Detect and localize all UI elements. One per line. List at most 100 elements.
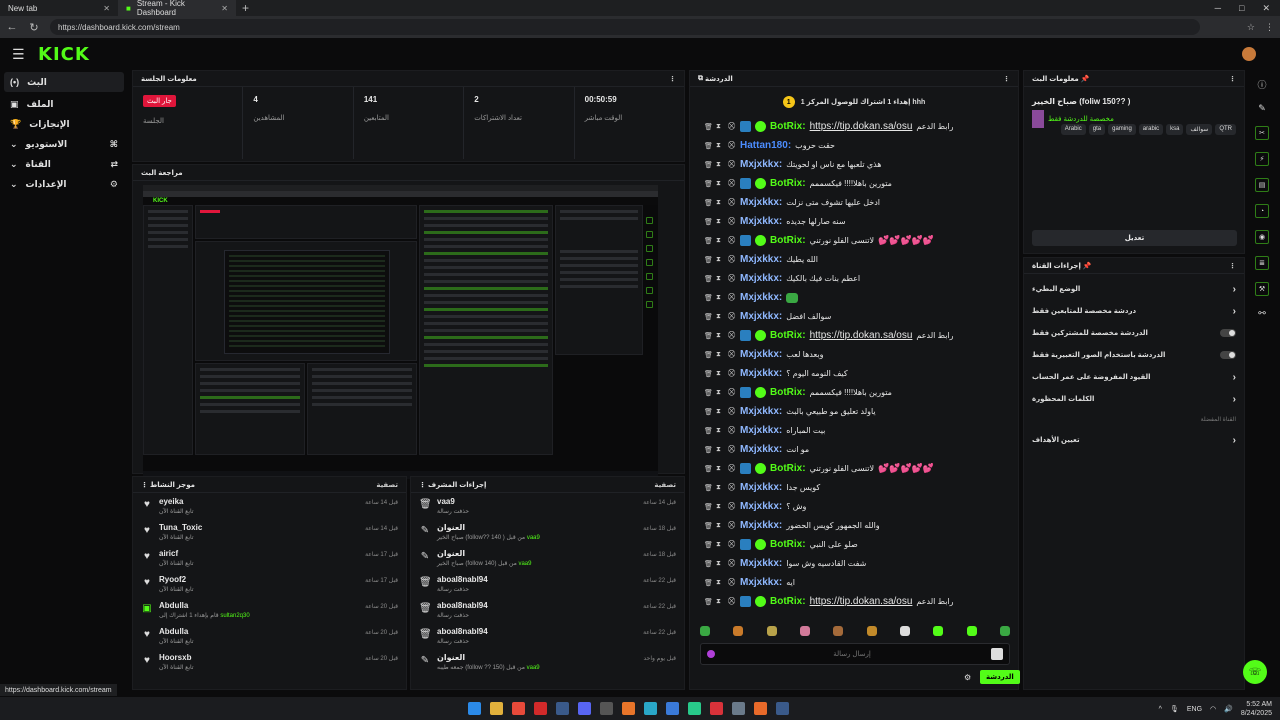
trash-icon[interactable]: 🗑 [704, 427, 713, 435]
timeout-icon[interactable]: ⧗ [716, 408, 724, 416]
account-age-row[interactable]: القيود المفروضة على عمر الحساب › [1024, 366, 1244, 388]
mod-action-row[interactable]: ✎ العنوان صباح الخير (follow 140) من قبل… [411, 545, 684, 571]
ban-icon[interactable]: ⛒ [728, 142, 736, 150]
close-icon[interactable]: ✕ [221, 4, 228, 13]
ban-icon[interactable]: ⛒ [728, 446, 736, 454]
emote-icon[interactable] [833, 626, 844, 636]
trash-icon[interactable]: 🗑 [704, 408, 713, 416]
chat-settings-icon[interactable]: ⚙ [964, 673, 971, 682]
activity-row[interactable]: ♥ Tuna_Toxic تابع القناة الآن قبل 14 ساع… [133, 519, 406, 545]
chat-username[interactable]: Mxjxkkx: [740, 501, 782, 512]
trash-icon[interactable]: 🗑 [704, 541, 713, 549]
steam-icon[interactable] [556, 702, 569, 715]
stream-preview-video[interactable]: KICK [143, 185, 658, 479]
chat-username[interactable]: BotRix: [770, 463, 806, 474]
sidebar-item-achievements[interactable]: 🏆 الإنجازات [0, 114, 128, 134]
chat-message[interactable]: 🗑 ⧗ ⛒ Mxjxkkx: مو انت [690, 440, 1018, 459]
trash-icon[interactable]: 🗑 [704, 598, 713, 606]
chat-username[interactable]: Mxjxkkx: [740, 273, 782, 284]
star-icon[interactable]: ☆ [1247, 22, 1255, 33]
chat-username[interactable]: Mxjxkkx: [740, 254, 782, 265]
activity-row[interactable]: ♥ Abdulla تابع القناة الآن قبل 20 ساعة [133, 623, 406, 649]
emote-icon[interactable] [866, 626, 877, 636]
followers-only-row[interactable]: دردشة مخصصة للمتابعين فقط › [1024, 300, 1244, 322]
chat-username[interactable]: BotRix: [770, 539, 806, 550]
ban-icon[interactable]: ⛒ [728, 199, 736, 207]
trash-icon[interactable]: 🗑 [704, 313, 713, 321]
timeout-icon[interactable]: ⧗ [716, 427, 724, 435]
ban-icon[interactable]: ⛒ [728, 123, 736, 131]
chat-message[interactable]: 🗑 ⧗ ⛒ Mxjxkkx: ياولد تعليق مو طبيعي بالبث [690, 402, 1018, 421]
timeout-icon[interactable]: ⧗ [716, 465, 724, 473]
pinned-message[interactable]: 1 إهداء 1 اشتراك للوصول المركز 1 hhh [690, 87, 1018, 117]
app-icon[interactable] [622, 702, 635, 715]
app-icon[interactable] [754, 702, 767, 715]
chat-username[interactable]: BotRix: [770, 121, 806, 132]
app-icon[interactable] [776, 702, 789, 715]
wifi-icon[interactable]: ◠ [1210, 705, 1216, 713]
activity-row[interactable]: ♥ airicf تابع القناة الآن قبل 17 ساعة [133, 545, 406, 571]
sidebar-item-channel[interactable]: ⌄ القناة ⇄ [0, 154, 128, 174]
ban-icon[interactable]: ⛒ [728, 237, 736, 245]
volume-icon[interactable]: 🔊 [1224, 705, 1233, 713]
ban-icon[interactable]: ⛒ [728, 275, 736, 283]
close-icon[interactable]: ✕ [103, 4, 110, 13]
close-window-icon[interactable]: ✕ [1262, 3, 1270, 14]
emote-icon[interactable] [899, 626, 910, 636]
timeout-icon[interactable]: ⧗ [716, 389, 724, 397]
minimize-icon[interactable]: ─ [1215, 3, 1221, 14]
ban-icon[interactable]: ⛒ [728, 484, 736, 492]
ban-icon[interactable]: ⛒ [728, 332, 736, 340]
activity-row[interactable]: ♥ Hoorsxb تابع القناة الآن قبل 20 ساعة [133, 649, 406, 675]
timeout-icon[interactable]: ⧗ [716, 237, 724, 245]
file-explorer-icon[interactable] [490, 702, 503, 715]
chrome-icon[interactable] [512, 702, 525, 715]
ban-icon[interactable]: ⛒ [728, 560, 736, 568]
url-field[interactable]: https://dashboard.kick.com/stream [50, 19, 1200, 35]
chat-username[interactable]: Mxjxkkx: [740, 349, 782, 360]
trash-icon[interactable]: 🗑 [704, 294, 713, 302]
sidebar-item-profile[interactable]: ▣ الملف [0, 94, 128, 114]
chat-username[interactable]: Mxjxkkx: [740, 406, 782, 417]
timeout-icon[interactable]: ⧗ [716, 351, 724, 359]
chat-message[interactable]: 🗑 ⧗ ⛒ Mxjxkkx: وبعدها لعب [690, 345, 1018, 364]
chat-username[interactable]: BotRix: [770, 235, 806, 246]
emote-picker-icon[interactable] [707, 650, 715, 658]
browser-tab-dashboard[interactable]: ■ Stream - Kick Dashboard ✕ [118, 0, 236, 17]
timeout-icon[interactable]: ⧗ [716, 446, 724, 454]
help-chat-button[interactable]: ☏ [1243, 660, 1267, 684]
emote-icon[interactable] [700, 626, 710, 636]
banned-words-row[interactable]: الكلمات المحظورة › [1024, 388, 1244, 410]
menu-dots-icon[interactable]: ⋮ [1265, 22, 1274, 33]
timeout-icon[interactable]: ⧗ [716, 484, 724, 492]
timeout-icon[interactable]: ⧗ [716, 142, 724, 150]
chat-link[interactable]: https://tip.dokan.sa/osu [810, 330, 913, 341]
trash-icon[interactable]: 🗑 [704, 275, 713, 283]
chat-send-button[interactable]: الدردشة [980, 670, 1020, 684]
emote-icon[interactable] [799, 626, 810, 636]
reload-icon[interactable]: ↻ [28, 21, 40, 34]
mod-action-row[interactable]: 🗑 aboal8nabl94 حذفت رسالة قبل 22 ساعة [411, 571, 684, 597]
trash-icon[interactable]: 🗑 [704, 484, 713, 492]
trash-icon[interactable]: 🗑 [704, 237, 713, 245]
chat-input[interactable]: إرسال رسالة [700, 643, 1010, 665]
info-icon[interactable]: ⓘ [1257, 78, 1266, 91]
timeout-icon[interactable]: ⧗ [716, 199, 724, 207]
chat-message[interactable]: 🗑 ⧗ ⛒ BotRix: https://tip.dokan.sa/osu رابط ا… [690, 326, 1018, 345]
trash-icon[interactable]: 🗑 [704, 465, 713, 473]
pencil-icon[interactable]: ✎ [1258, 103, 1266, 114]
mod-action-row[interactable]: 🗑 aboal8nabl94 حذفت رسالة قبل 22 ساعة [411, 597, 684, 623]
new-tab-icon[interactable]: + [242, 1, 249, 15]
chat-message[interactable]: 🗑 ⧗ ⛒ Mxjxkkx: هذي تلعبها مع ناس او لحويتك [690, 155, 1018, 174]
ban-icon[interactable]: ⛒ [728, 161, 736, 169]
trash-icon[interactable]: 🗑 [704, 351, 713, 359]
back-icon[interactable]: ← [6, 21, 18, 33]
chat-message[interactable]: 🗑 ⧗ ⛒ Mxjxkkx: والله الجمهور كويس الحضور [690, 516, 1018, 535]
timeout-icon[interactable]: ⧗ [716, 503, 724, 511]
ban-icon[interactable]: ⛒ [728, 503, 736, 511]
ban-icon[interactable]: ⛒ [728, 598, 736, 606]
chat-username[interactable]: Mxjxkkx: [740, 444, 782, 455]
activity-row[interactable]: ▣ Abdulla قام بإهداء 1 اشتراك إلى sultan… [133, 597, 406, 623]
sidebar-item-live[interactable]: (•) البث [4, 72, 124, 92]
timeout-icon[interactable]: ⧗ [716, 218, 724, 226]
